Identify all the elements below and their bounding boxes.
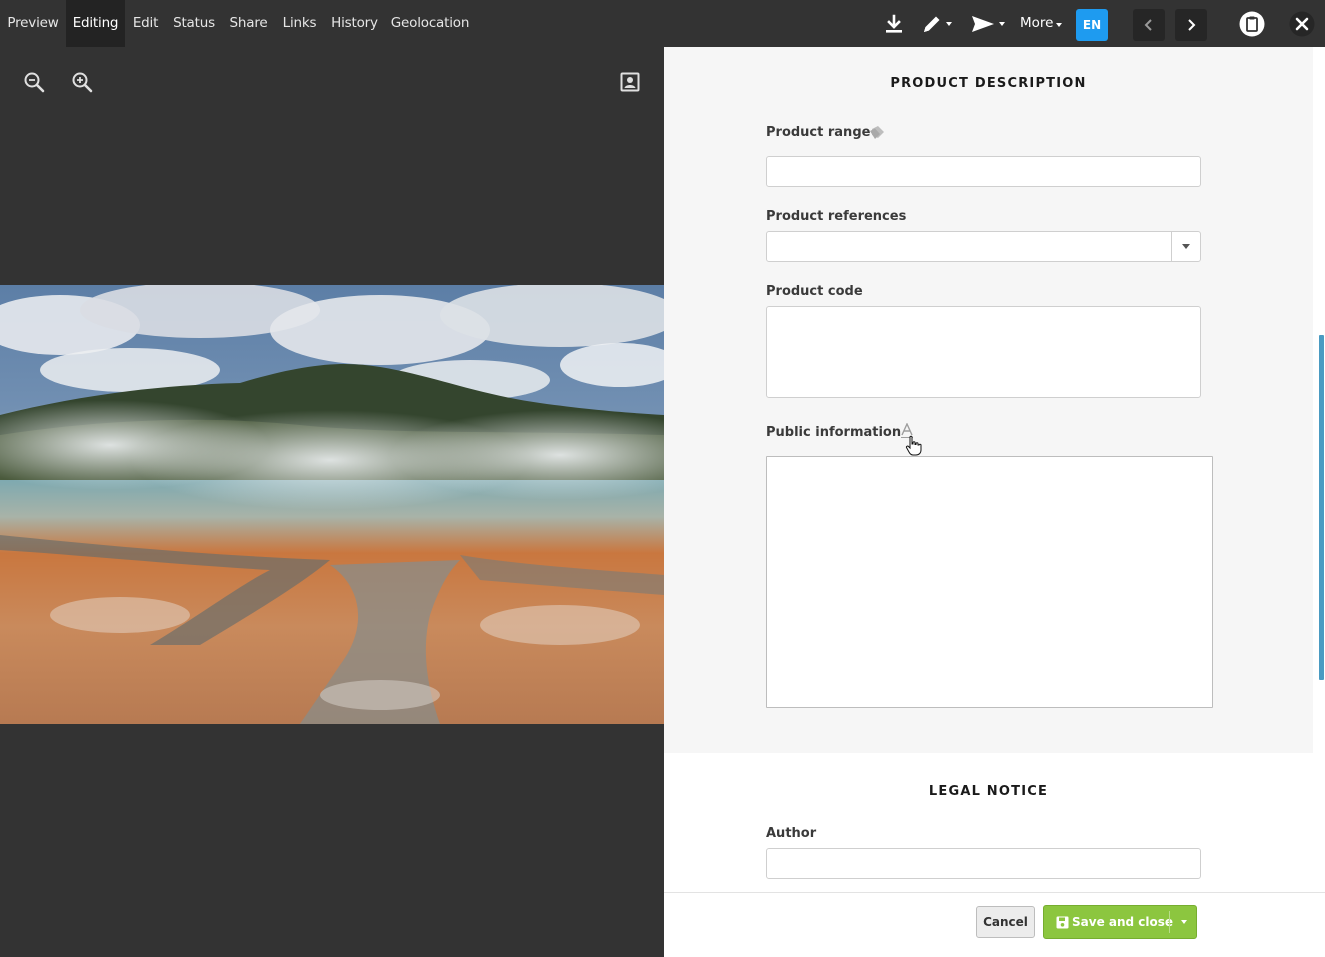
zoom-in-icon [72,72,93,93]
landscape-photo [0,285,664,724]
zoom-in-button[interactable] [69,69,95,95]
clipboard-icon [1239,11,1265,37]
save-and-close-button[interactable]: Save and close [1043,905,1197,939]
chevron-down-icon [945,22,952,26]
product-references-select[interactable] [766,231,1201,262]
public-information-label: Public information [766,423,913,440]
portrait-icon [620,72,640,92]
tab-editing[interactable]: Editing [66,0,125,47]
tab-status[interactable]: Status [166,0,222,47]
section-title-legal-notice: LEGAL NOTICE [928,784,1049,799]
language-button[interactable]: EN [1076,9,1108,41]
section-title-product-description: PRODUCT DESCRIPTION [890,76,1087,91]
tab-share[interactable]: Share [222,0,275,47]
tab-links[interactable]: Links [275,0,324,47]
product-code-label: Product code [766,284,863,299]
tab-edit[interactable]: Edit [125,0,166,47]
tags-icon[interactable] [869,123,887,141]
close-button[interactable] [1289,10,1315,38]
form-footer: Cancel Save and close [664,892,1325,957]
product-range-input[interactable] [766,156,1201,187]
author-input[interactable] [766,848,1201,879]
product-range-label: Product range [766,125,884,140]
chevron-down-icon [1056,23,1063,27]
chevron-right-icon [1188,19,1196,31]
product-references-label: Product references [766,209,907,224]
clipboard-button[interactable] [1238,10,1266,38]
portrait-button[interactable] [617,69,643,95]
save-icon [1056,916,1069,929]
product-references-dropdown-button[interactable] [1171,232,1200,261]
public-information-editor[interactable] [766,456,1213,708]
more-menu-button[interactable]: More [1020,0,1063,47]
product-code-textarea[interactable] [766,306,1201,398]
tab-geolocation[interactable]: Geolocation [385,0,475,47]
public-information-label-text: Public information [766,425,902,440]
hand-cursor-icon [905,435,922,456]
metadata-form-panel: PRODUCT DESCRIPTION Product range Produc… [664,47,1325,957]
save-and-close-label: Save and close [1072,915,1174,929]
cancel-button[interactable]: Cancel [976,906,1035,938]
scrollbar-thumb[interactable] [1319,335,1324,680]
send-icon[interactable] [967,10,1007,38]
pencil-icon[interactable] [918,10,954,38]
product-range-label-text: Product range [766,125,871,140]
tab-preview[interactable]: Preview [0,0,66,47]
tab-history[interactable]: History [324,0,385,47]
top-toolbar: Preview Editing Edit Status Share Links … [0,0,1325,47]
chevron-down-icon [998,22,1005,26]
save-options-dropdown[interactable] [1170,906,1197,938]
close-icon [1289,11,1315,37]
chevron-down-icon [1182,244,1190,249]
chevron-down-icon [1180,920,1187,924]
more-label: More [1020,15,1054,31]
zoom-out-icon [24,72,45,93]
previous-button[interactable] [1133,9,1165,41]
chevron-left-icon [1144,19,1152,31]
download-icon[interactable] [882,10,906,38]
author-label: Author [766,826,817,841]
zoom-out-button[interactable] [21,69,47,95]
next-button[interactable] [1175,9,1207,41]
image-viewer [0,47,664,957]
